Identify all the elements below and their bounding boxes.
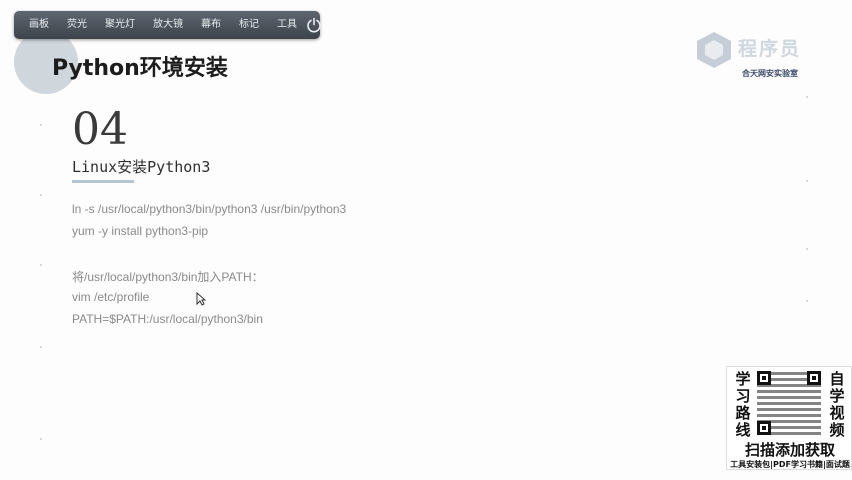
code-line: vim /etc/profile bbox=[72, 290, 150, 304]
code-line: yum -y install python3-pip bbox=[72, 224, 209, 238]
slide-title: Python环境安装 bbox=[52, 56, 228, 81]
decorative-dot bbox=[806, 300, 808, 302]
decorative-dot bbox=[806, 180, 808, 182]
decorative-dot bbox=[40, 438, 42, 440]
qr-ad-panel[interactable]: 学 习 路 线 自 学 视 频 扫描添加获取 工具安装包|PDF学习书籍|面试题 bbox=[726, 366, 852, 470]
qr-eye bbox=[807, 371, 821, 385]
decorative-dot bbox=[40, 264, 42, 266]
power-icon[interactable] bbox=[306, 16, 322, 34]
ad-left-text: 学 习 路 线 bbox=[735, 370, 751, 439]
decorative-dot bbox=[40, 346, 42, 348]
tool-spotlight[interactable]: 聚光灯 bbox=[96, 11, 144, 39]
tool-draw[interactable]: 画板 bbox=[20, 11, 58, 39]
tool-curtain[interactable]: 幕布 bbox=[192, 11, 230, 39]
code-line: 将/usr/local/python3/bin加入PATH： bbox=[72, 270, 264, 284]
tool-mark[interactable]: 标记 bbox=[230, 11, 268, 39]
decorative-dot bbox=[806, 248, 808, 250]
qr-eye bbox=[757, 421, 771, 435]
decorative-dot bbox=[40, 124, 42, 126]
tool-tools[interactable]: 工具 bbox=[268, 11, 306, 39]
ad-main-text: 扫描添加获取 bbox=[744, 441, 835, 459]
ad-right-text: 自 学 视 频 bbox=[829, 370, 845, 439]
presentation-toolbar: 画板 荧光 聚光灯 放大镜 幕布 标记 工具 bbox=[14, 11, 322, 39]
logo-text: 程序员 bbox=[738, 38, 802, 60]
qr-eye bbox=[757, 371, 771, 385]
tool-magnifier[interactable]: 放大镜 bbox=[144, 11, 192, 39]
code-line: ln -s /usr/local/python3/bin/python3 /us… bbox=[72, 202, 347, 216]
section-number: 04 bbox=[72, 104, 128, 155]
brand-logo: 程序员 合天网安实验室 bbox=[690, 26, 840, 86]
title-underline bbox=[72, 180, 134, 183]
ad-bottom-text: 工具安装包|PDF学习书籍|面试题 bbox=[730, 460, 850, 469]
logo-icon bbox=[697, 32, 731, 68]
decorative-dot bbox=[40, 194, 42, 196]
tool-highlight[interactable]: 荧光 bbox=[58, 11, 96, 39]
slide-frame: 画板 荧光 聚光灯 放大镜 幕布 标记 工具 Python环境安装 程序员 合天… bbox=[0, 0, 852, 480]
code-line: PATH=$PATH:/usr/local/python3/bin bbox=[72, 312, 263, 326]
section-title: Linux安装Python3 bbox=[72, 158, 211, 176]
logo-subtitle: 合天网安实验室 bbox=[742, 69, 798, 78]
mouse-cursor-icon bbox=[196, 292, 206, 306]
decorative-dot bbox=[806, 96, 808, 98]
